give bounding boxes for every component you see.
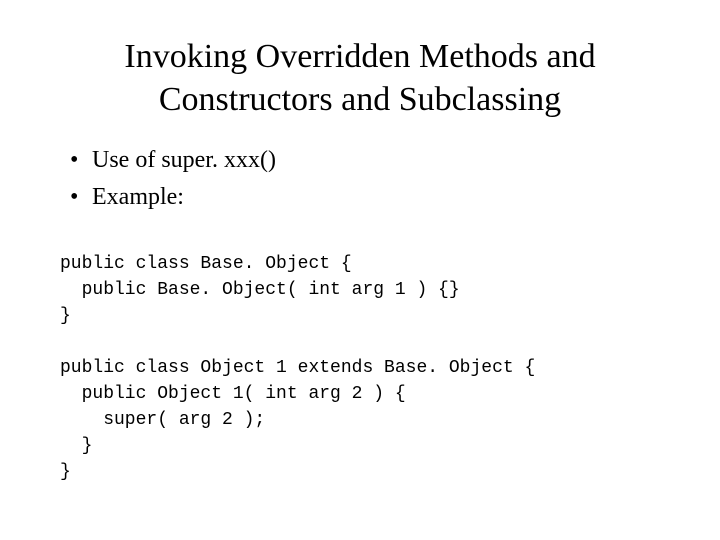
code-line: public class Object 1 extends Base. Obje… (60, 358, 535, 378)
code-line: super( arg 2 ); (60, 410, 265, 430)
code-line: } (60, 306, 71, 326)
bullet-item: Use of super. xxx() (88, 143, 660, 178)
slide: Invoking Overridden Methods and Construc… (0, 0, 720, 540)
title-line-2: Constructors and Subclassing (159, 81, 561, 118)
code-line: } (60, 436, 92, 456)
title-line-1: Invoking Overridden Methods and (124, 38, 595, 75)
code-line: public class Base. Object { (60, 254, 352, 274)
slide-title: Invoking Overridden Methods and Construc… (60, 36, 660, 121)
bullet-item: Example: (88, 180, 660, 215)
code-line: } (60, 462, 71, 482)
code-line: public Object 1( int arg 2 ) { (60, 384, 406, 404)
code-line: public Base. Object( int arg 1 ) {} (60, 280, 460, 300)
code-block: public class Base. Object { public Base.… (60, 225, 660, 512)
bullet-list: Use of super. xxx() Example: (60, 143, 660, 215)
